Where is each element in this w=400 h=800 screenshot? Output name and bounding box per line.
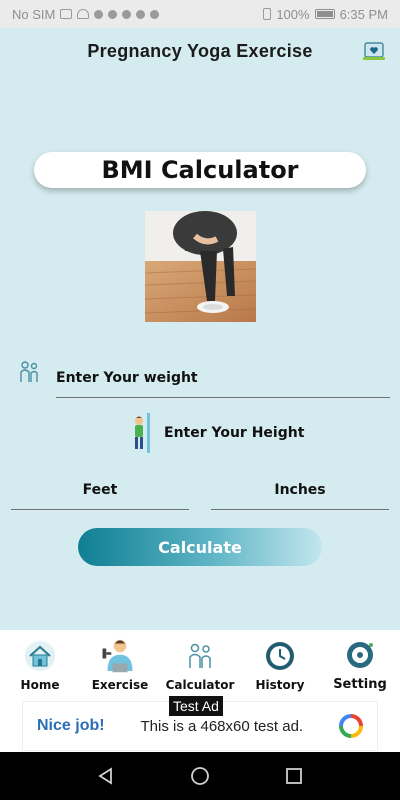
pregnant-woman-on-scale-photo bbox=[145, 211, 256, 322]
nav-label-setting: Setting bbox=[333, 677, 387, 692]
ad-text: This is a 468x60 test ad. bbox=[140, 717, 304, 735]
notification-bell-icon bbox=[150, 9, 160, 19]
weight-input[interactable] bbox=[56, 358, 390, 398]
carrier-label: No SIM bbox=[12, 6, 56, 22]
height-label: Enter Your Height bbox=[164, 425, 305, 441]
inches-input[interactable] bbox=[211, 470, 389, 510]
nav-item-home[interactable]: Home bbox=[0, 630, 80, 698]
status-bar: No SIM 100% 6:35 PM bbox=[0, 0, 400, 28]
battery-icon bbox=[314, 9, 335, 19]
wifi-icon bbox=[77, 9, 90, 19]
back-icon[interactable] bbox=[97, 767, 115, 785]
bmi-title: BMI Calculator bbox=[101, 156, 299, 184]
nav-label-exercise: Exercise bbox=[91, 678, 149, 692]
nav-label-home: Home bbox=[20, 678, 60, 692]
weight-person-icon bbox=[20, 361, 38, 382]
recents-icon[interactable] bbox=[285, 767, 303, 785]
child-height-icon bbox=[135, 413, 150, 453]
app-title: Pregnancy Yoga Exercise bbox=[87, 40, 313, 61]
ad-logo-icon bbox=[339, 714, 363, 738]
calculate-button[interactable]: Calculate bbox=[78, 528, 322, 566]
nav-label-history: History bbox=[255, 678, 305, 692]
heart-screen-icon[interactable] bbox=[362, 42, 386, 62]
nav-item-exercise[interactable]: Exercise bbox=[80, 630, 160, 698]
weight-row bbox=[18, 358, 390, 402]
height-row: Enter Your Height bbox=[130, 412, 330, 454]
clock: 6:35 PM bbox=[339, 6, 388, 22]
nav-item-history[interactable]: History bbox=[240, 630, 320, 698]
ad-headline: Nice job! bbox=[37, 717, 105, 734]
app-bar: Pregnancy Yoga Exercise bbox=[0, 28, 400, 74]
battery-percent: 100% bbox=[276, 6, 310, 22]
vibrate-icon bbox=[263, 8, 272, 20]
feet-input[interactable] bbox=[11, 470, 189, 510]
home-icon bbox=[25, 641, 55, 671]
setting-icon bbox=[347, 642, 373, 668]
bottom-navigation: Home Exercise Calculator History Setting bbox=[0, 630, 400, 698]
slack-icon bbox=[136, 9, 146, 19]
settings-icon bbox=[122, 9, 132, 19]
bmi-title-card: BMI Calculator bbox=[34, 152, 366, 188]
home-circle-icon[interactable] bbox=[190, 766, 210, 786]
system-navigation-bar bbox=[0, 752, 400, 800]
ad-tag: Test Ad bbox=[169, 696, 223, 716]
sim-icon bbox=[60, 9, 73, 19]
ad-banner: Nice job! This is a 468x60 test ad. Test… bbox=[0, 696, 400, 752]
nav-label-calculator: Calculator bbox=[165, 678, 235, 692]
calculator-icon bbox=[189, 643, 211, 668]
facebook-icon bbox=[108, 9, 118, 19]
usb-icon bbox=[94, 9, 104, 19]
nav-item-setting[interactable]: Setting bbox=[320, 630, 400, 698]
nav-item-calculator[interactable]: Calculator bbox=[160, 630, 240, 698]
exercise-icon bbox=[102, 639, 133, 673]
history-icon bbox=[266, 642, 294, 670]
